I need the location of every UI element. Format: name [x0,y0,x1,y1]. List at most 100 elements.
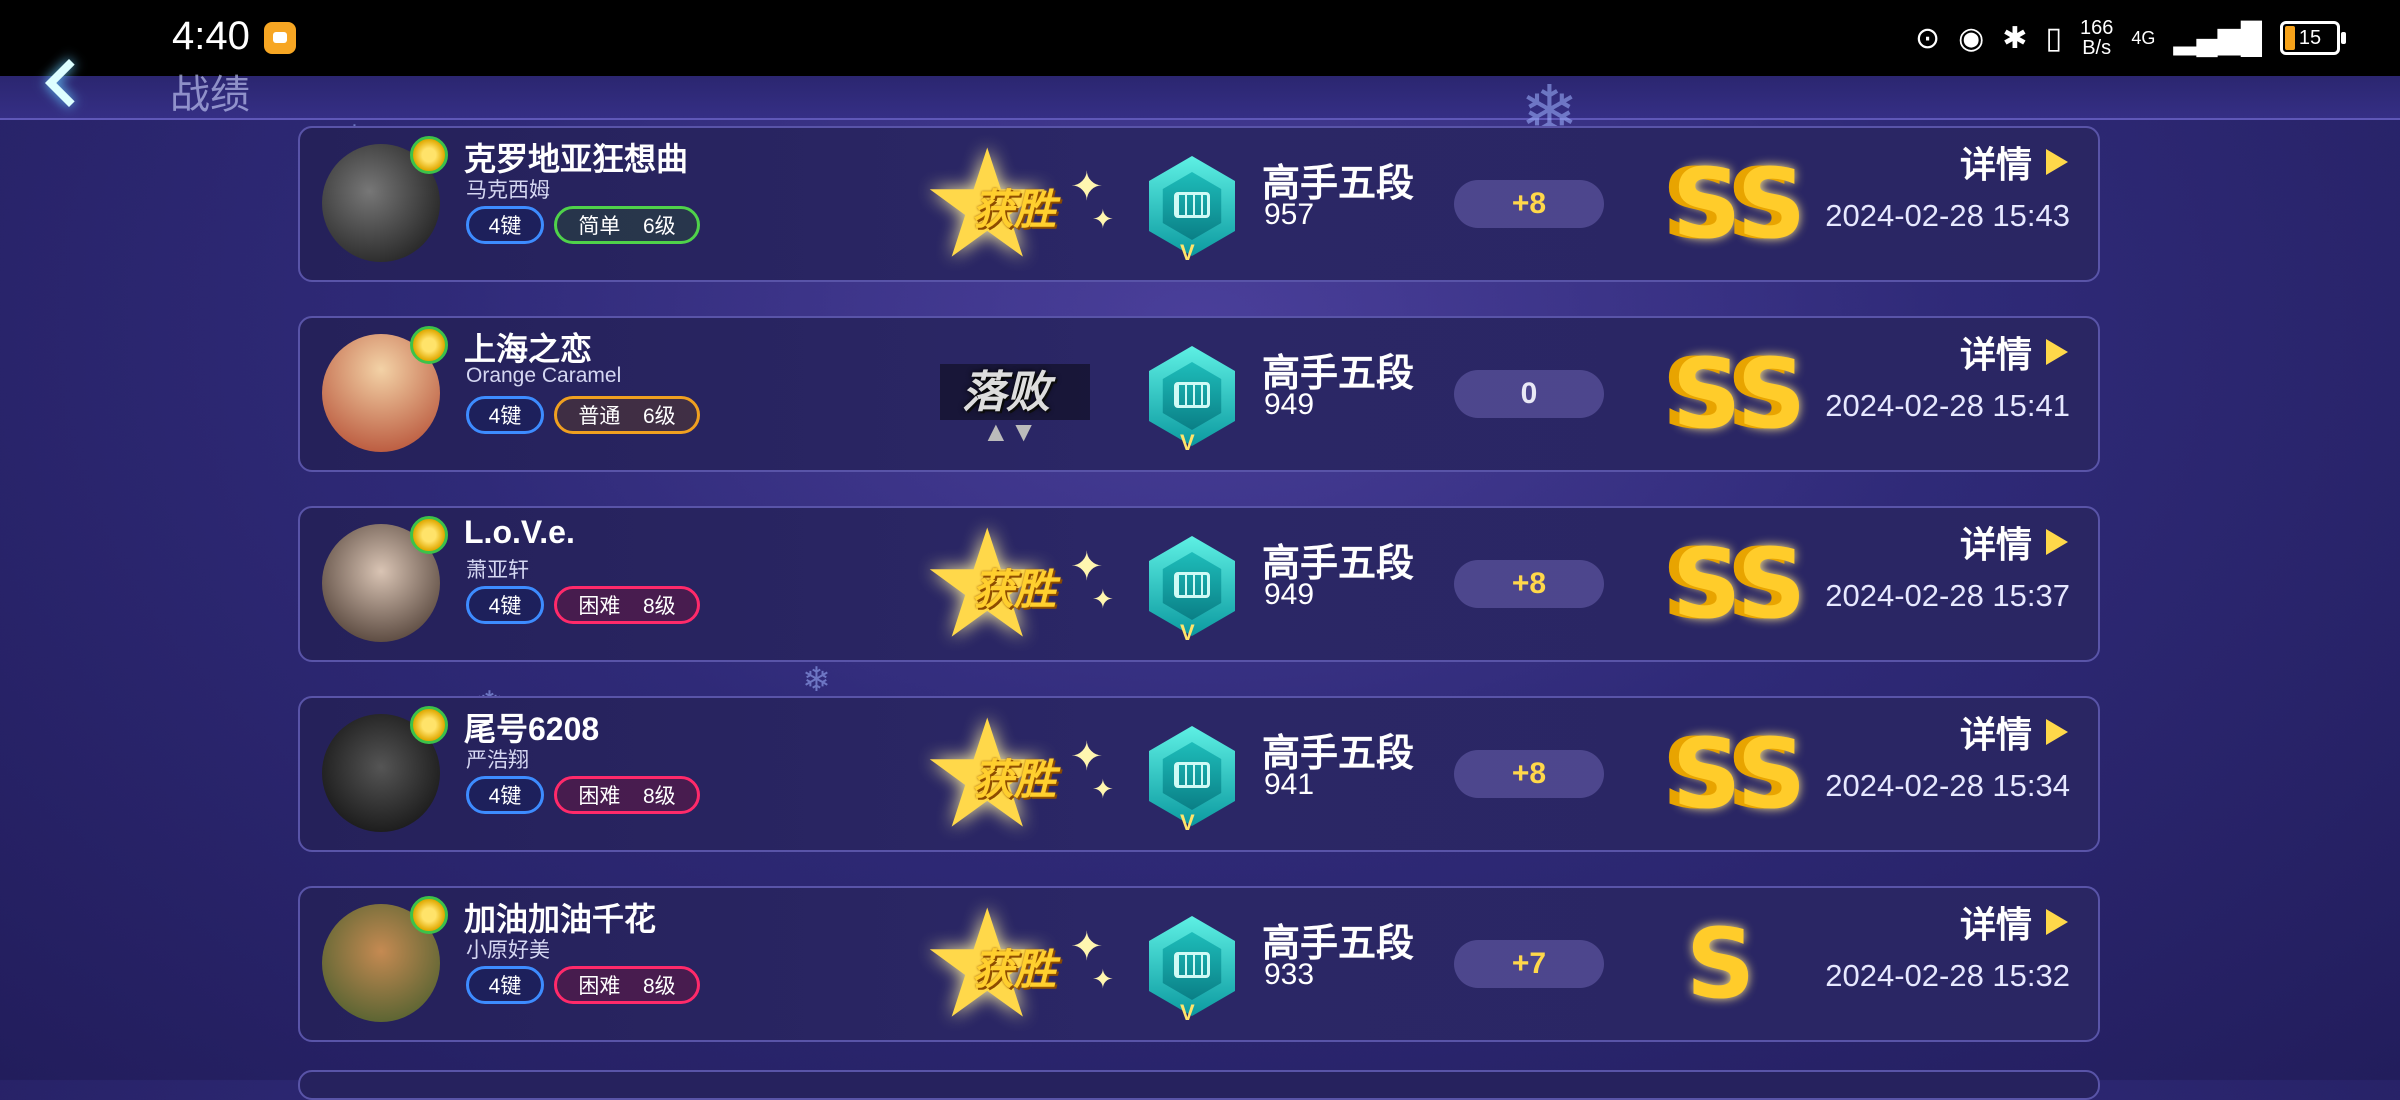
key-mode-tag: 4键 [466,586,544,624]
record-card[interactable]: 尾号6208 严浩翔 4键 困难 8级 ★ ✦ ✦ 获胜 V 高手五段 941 … [298,696,2100,852]
rank-badge-icon: V [1134,528,1250,645]
record-card[interactable]: 上海之恋 Orange Caramel 4键 普通 6级 落败 ▲▼ V 高手五… [298,316,2100,472]
header-bar: 战绩 [0,58,2400,120]
difficulty-level: 8级 [642,595,676,618]
difficulty-label: 困难 [578,785,621,808]
result-win-badge: ★ ✦ ✦ 获胜 [920,889,1120,1039]
play-arrow-icon [2046,719,2068,745]
battery-icon: 15 [2280,21,2346,55]
score-delta: +7 [1454,940,1604,988]
result-text: 获胜 [972,566,1057,613]
rank-badge-icon: V [1134,148,1250,265]
difficulty-level: 6级 [642,405,676,428]
sparkle-icon: ✦ [1092,774,1114,804]
signal-icon: ▂▄▆█ [2173,21,2262,55]
rank-badge-icon: V [1134,908,1250,1025]
difficulty-level: 6级 [642,215,676,238]
detail-button[interactable]: 详情 [1960,516,2068,568]
page-title: 战绩 [170,73,250,117]
grade-badge: SS [1672,528,1806,640]
result-text: 获胜 [972,946,1057,993]
eye-icon: ◉ [1958,21,1985,55]
difficulty-tag: 困难 8级 [554,776,700,814]
network-type: 4G [2131,27,2156,48]
rank-badge-icon: V [1134,718,1250,835]
sparkle-icon: ✦ [1092,204,1114,234]
difficulty-label: 简单 [578,215,621,238]
piano-icon [1174,572,1210,598]
song-artist: 小原好美 [466,939,550,962]
detail-label: 详情 [1959,144,2032,185]
status-bar: 4:40 ⊙ ◉ ✱ ▯ 166 B/s 4G ▂▄▆█ 15 [0,0,2400,76]
record-date: 2024-02-28 15:41 [1825,388,2070,423]
result-win-badge: ★ ✦ ✦ 获胜 [920,129,1120,279]
vibrate-icon: ▯ [2045,21,2062,55]
bluetooth-icon: ✱ [2002,21,2028,55]
detail-button[interactable]: 详情 [1960,896,2068,948]
detail-button[interactable]: 详情 [1960,326,2068,378]
difficulty-label: 普通 [578,405,621,428]
difficulty-tag: 困难 8级 [554,966,700,1004]
detail-button[interactable]: 详情 [1960,706,2068,758]
detail-button[interactable]: 详情 [1960,136,2068,188]
difficulty-tag: 困难 8级 [554,586,700,624]
result-text: 获胜 [972,186,1057,233]
difficulty-tag: 普通 6级 [554,396,700,434]
record-card[interactable]: 克罗地亚狂想曲 马克西姆 4键 简单 6级 ★ ✦ ✦ 获胜 V 高手五段 95… [298,126,2100,282]
rank-score: 949 [1264,388,1315,421]
difficulty-label: 困难 [578,975,621,998]
speedometer-icon: ⊙ [1914,21,1941,55]
record-card[interactable]: 加油加油千花 小原好美 4键 困难 8级 ★ ✦ ✦ 获胜 V 高手五段 933… [298,886,2100,1042]
record-date: 2024-02-28 15:34 [1825,768,2070,803]
detail-label: 详情 [1959,524,2032,565]
record-date: 2024-02-28 15:43 [1825,198,2070,233]
song-artist: 马克西姆 [466,179,550,202]
rank-score: 941 [1264,768,1315,801]
rank-score: 949 [1264,578,1315,611]
piano-icon [1174,952,1210,978]
score-delta: +8 [1454,560,1604,608]
detail-label: 详情 [1959,334,2032,375]
key-mode-tag: 4键 [466,206,544,244]
medal-icon [410,326,448,364]
key-mode-tag: 4键 [466,966,544,1004]
piano-icon [1174,382,1210,408]
key-mode-tag: 4键 [466,776,544,814]
difficulty-tag: 简单 6级 [554,206,700,244]
song-artist: 萧亚轩 [466,559,529,582]
grade-badge: SS [1672,148,1806,260]
rank-score: 957 [1264,198,1315,231]
score-delta: +8 [1454,750,1604,798]
song-artist: 严浩翔 [466,749,529,772]
sparkle-icon: ✦ [1092,584,1114,614]
medal-icon [410,896,448,934]
result-text: 获胜 [972,756,1057,803]
detail-label: 详情 [1959,904,2032,945]
play-arrow-icon [2046,339,2068,365]
score-delta: 0 [1454,370,1604,418]
record-card-partial[interactable] [298,1070,2100,1100]
medal-icon [410,706,448,744]
result-lose-badge: 落败 ▲▼ [920,324,1120,464]
snowflake-icon: ❄ [802,661,831,699]
play-arrow-icon [2046,149,2068,175]
difficulty-level: 8级 [642,975,676,998]
record-date: 2024-02-28 15:32 [1825,958,2070,993]
triangle-icon: ▲▼ [982,416,1038,447]
network-speed: 166 B/s [2079,17,2114,59]
difficulty-label: 困难 [578,595,621,618]
grade-badge: SS [1672,718,1806,830]
record-card[interactable]: L.o.V.e. 萧亚轩 4键 困难 8级 ★ ✦ ✦ 获胜 V 高手五段 94… [298,506,2100,662]
result-win-badge: ★ ✦ ✦ 获胜 [920,509,1120,659]
rank-badge-icon: V [1134,338,1250,455]
medal-icon [410,516,448,554]
status-icons: ⊙ ◉ ✱ ▯ 166 B/s 4G ▂▄▆█ 15 [1914,16,2346,60]
medal-icon [410,136,448,174]
result-text: 落败 [962,368,1050,417]
record-date: 2024-02-28 15:37 [1825,578,2070,613]
grade-badge: S [1686,908,1756,1020]
key-mode-tag: 4键 [466,396,544,434]
detail-label: 详情 [1959,714,2032,755]
rank-score: 933 [1264,958,1315,991]
result-win-badge: ★ ✦ ✦ 获胜 [920,699,1120,849]
